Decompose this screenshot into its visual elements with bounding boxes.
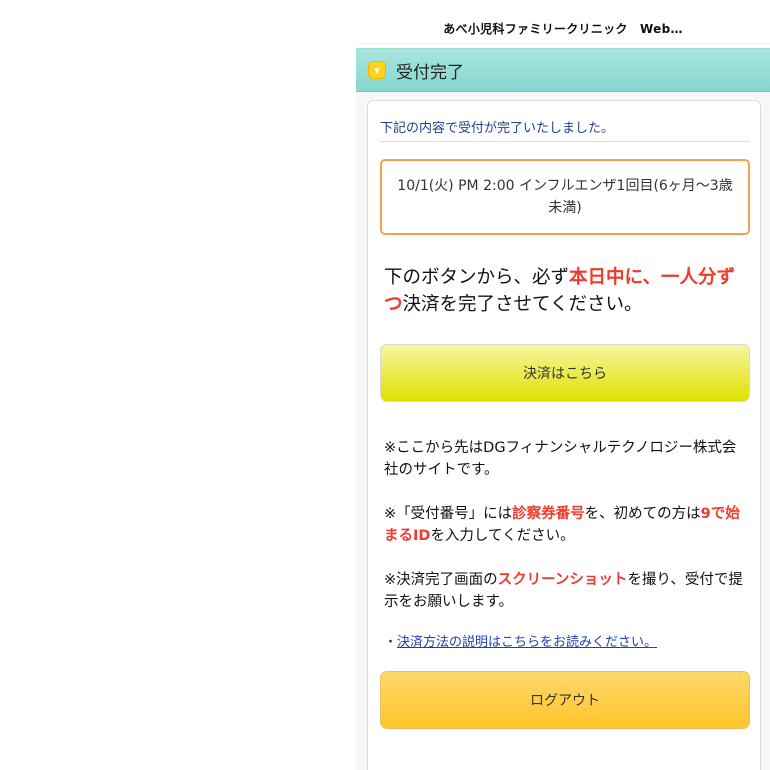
- note-receipt-number: ※「受付番号」には診察券番号を、初めての方は9で始まるIDを入力してください。: [384, 503, 746, 547]
- note-external-site: ※ここから先はDGフィナンシャルテクノロジー株式会社のサイトです。: [384, 440, 737, 478]
- note2-text-1: ※「受付番号」には: [384, 506, 513, 522]
- note3-text-1: ※決済完了画面の: [384, 572, 498, 588]
- booking-summary: 10/1(火) PM 2:00 インフルエンザ1回目(6ヶ月〜3歳未満): [380, 159, 750, 235]
- note2-text-2: を、初めての方は: [584, 506, 701, 522]
- payment-help-row: ・決済方法の説明はこちらをお読みください。: [384, 631, 746, 650]
- logout-button[interactable]: ログアウト: [380, 671, 750, 729]
- instruction-text-2: 決済を完了させてください。: [402, 294, 643, 315]
- note2-text-3: を入力してください。: [430, 528, 575, 544]
- page: ▾ 受付完了 下記の内容で受付が完了いたしました。 10/1(火) PM 2:0…: [356, 48, 770, 770]
- page-title: 受付完了: [396, 62, 464, 83]
- calendar-icon: ▾: [368, 61, 386, 79]
- payment-instruction: 下のボタンから、必ず本日中に、一人分ずつ決済を完了させてください。: [384, 264, 746, 318]
- note3-highlight: スクリーンショット: [497, 572, 628, 588]
- content-card: 下記の内容で受付が完了いたしました。 10/1(火) PM 2:00 インフルエ…: [367, 100, 761, 770]
- browser-title: あべ小児科ファミリークリニック Web…: [443, 22, 683, 36]
- top-divider: [356, 43, 770, 44]
- booking-details: 10/1(火) PM 2:00 インフルエンザ1回目(6ヶ月〜3歳未満): [397, 178, 733, 216]
- payment-help-link[interactable]: 決済方法の説明はこちらをお読みください。: [397, 635, 657, 650]
- note-screenshot: ※決済完了画面のスクリーンショットを撮り、受付で提示をお願いします。: [384, 569, 746, 613]
- pay-button[interactable]: 決済はこちら: [380, 344, 750, 402]
- note2-highlight-1: 診察券番号: [512, 506, 585, 522]
- bullet: ・: [384, 635, 398, 650]
- instruction-text-1: 下のボタンから、必ず: [384, 267, 570, 288]
- completion-message: 下記の内容で受付が完了いたしました。: [380, 117, 750, 142]
- header-bar: ▾ 受付完了: [356, 48, 770, 92]
